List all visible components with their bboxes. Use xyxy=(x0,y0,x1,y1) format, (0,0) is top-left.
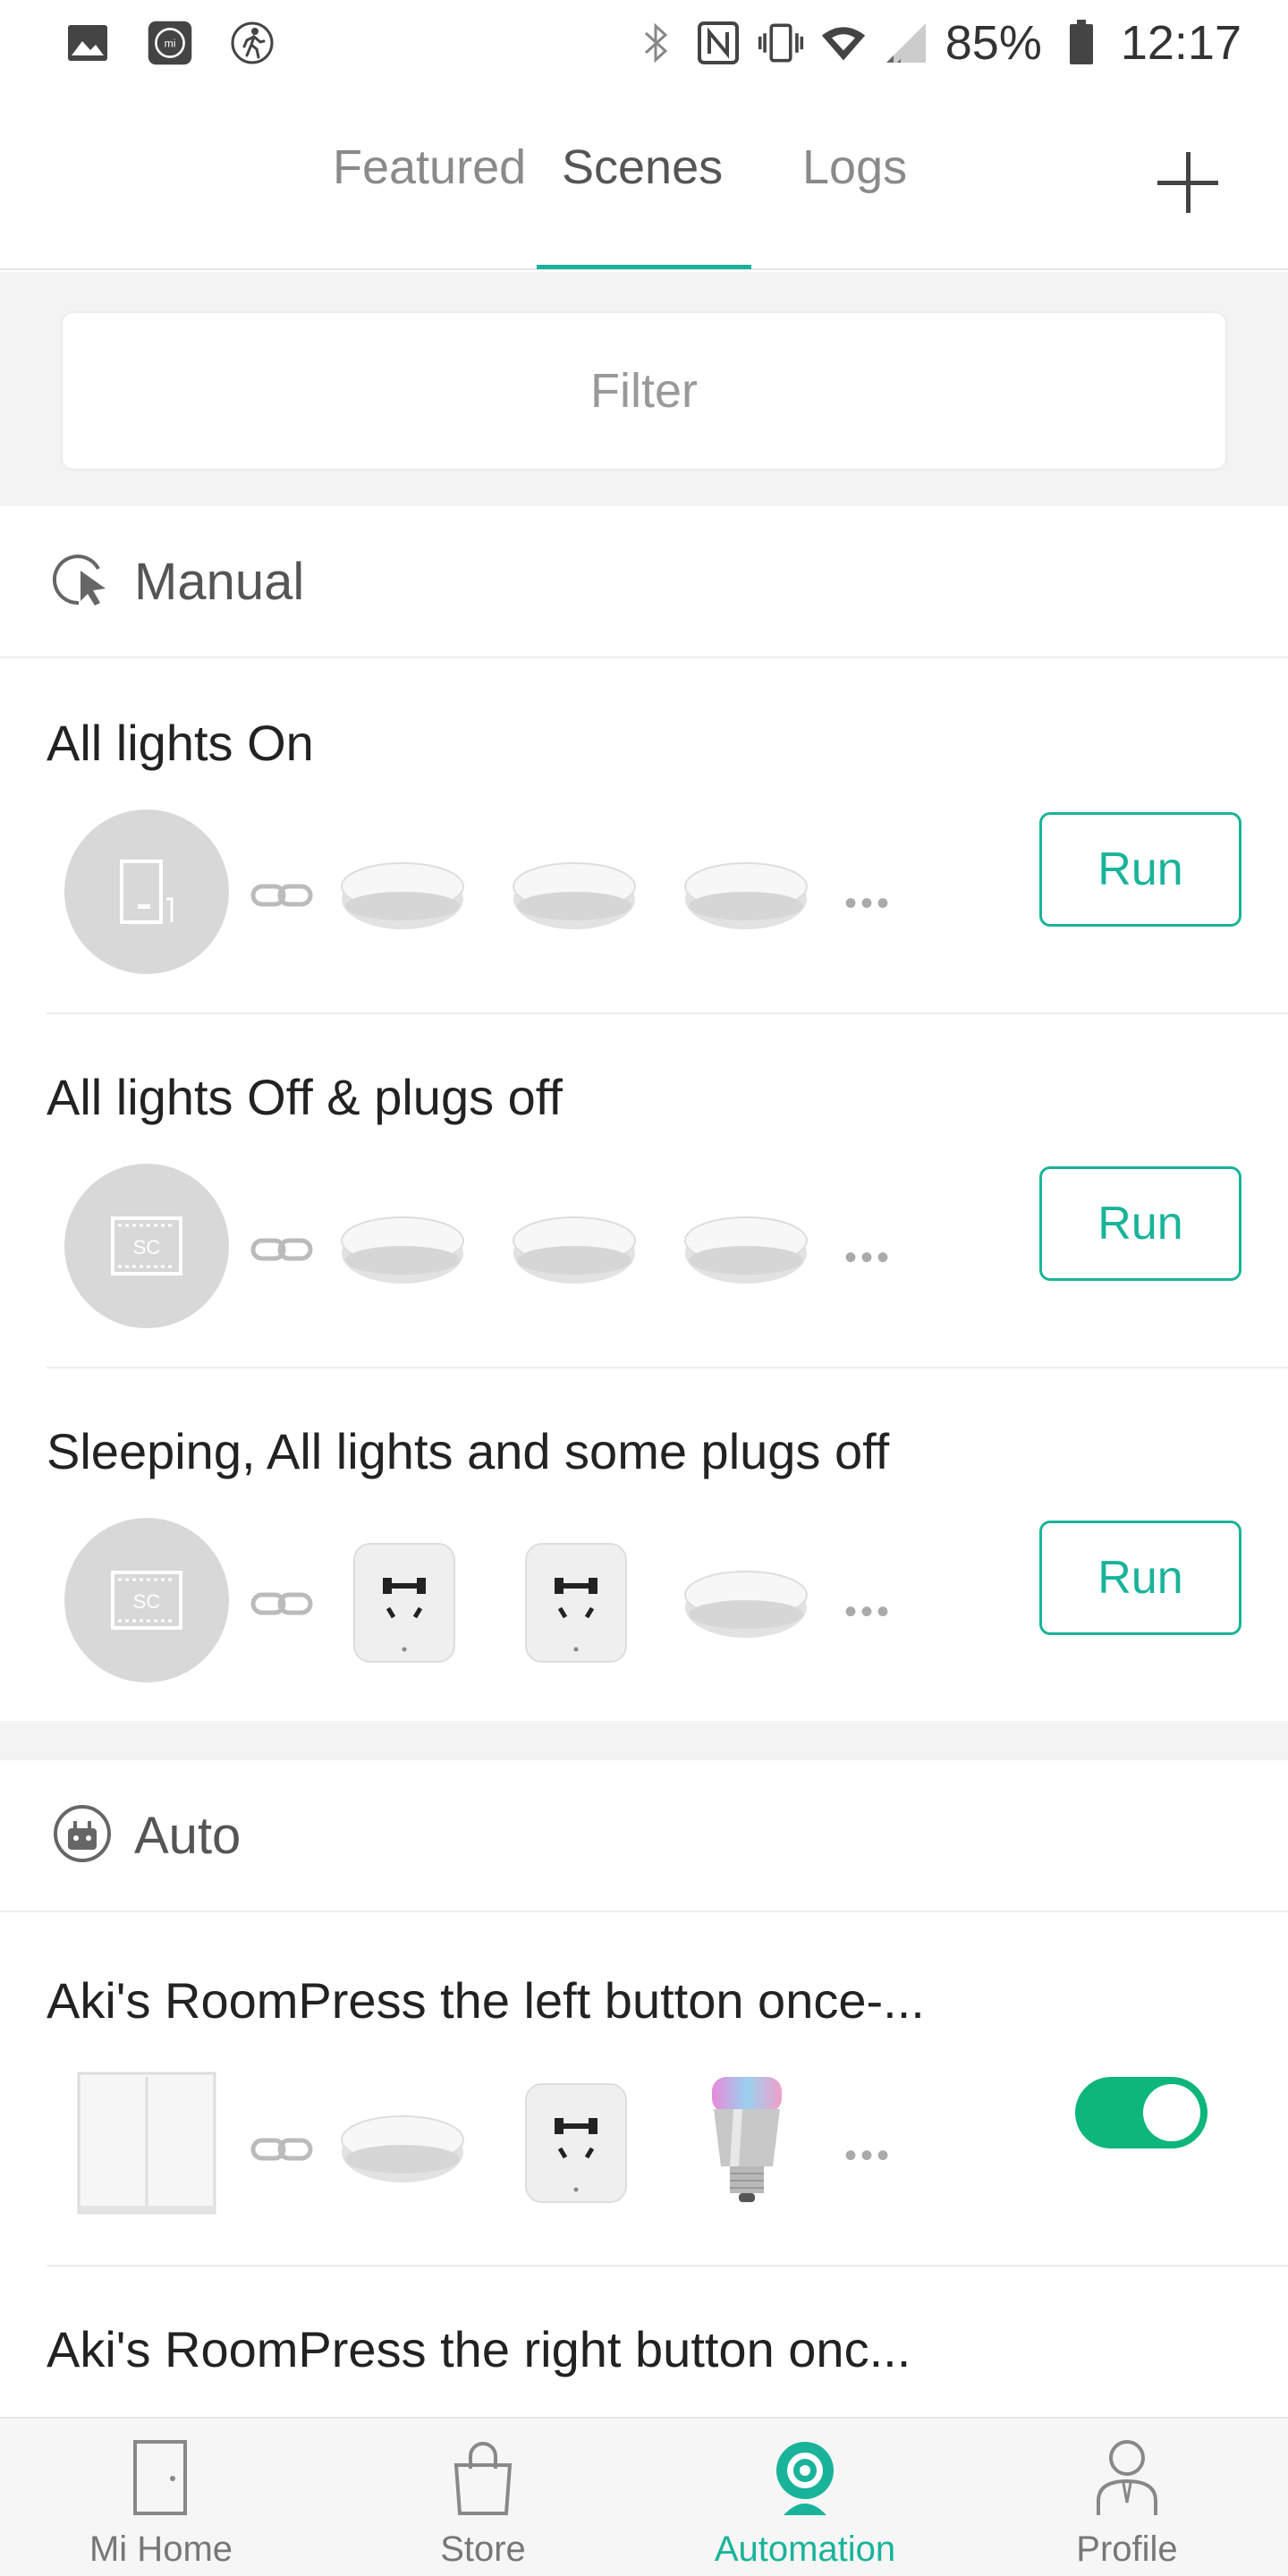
door-icon xyxy=(64,809,229,974)
smart-plug-icon xyxy=(525,1543,627,1663)
section-header-auto: Auto xyxy=(0,1760,1288,1912)
signal-icon xyxy=(883,20,929,66)
gallery-icon xyxy=(64,20,111,66)
color-bulb-icon xyxy=(712,2077,782,2202)
robot-icon xyxy=(52,1803,113,1868)
section-title-auto: Auto xyxy=(134,1806,242,1865)
scene-name: All lights Off & plugs off xyxy=(47,1069,563,1125)
scene-name: All lights On xyxy=(47,715,314,771)
nav-label: Automation xyxy=(714,2529,896,2569)
nav-store[interactable]: Store xyxy=(322,2419,644,2576)
scene-icon: SC xyxy=(64,1164,229,1328)
ceiling-light-icon xyxy=(684,862,808,929)
tab-logs[interactable]: Logs xyxy=(802,140,907,195)
nav-label: Profile xyxy=(1076,2529,1178,2569)
link-icon xyxy=(250,1238,313,1261)
scene-name: Aki's RoomPress the right button onc... xyxy=(47,2321,911,2377)
tab-featured[interactable]: Featured xyxy=(333,140,526,195)
scene-icon: SC xyxy=(64,1518,229,1682)
battery-icon xyxy=(1058,20,1105,66)
nav-profile[interactable]: Profile xyxy=(966,2419,1288,2576)
toggle-knob xyxy=(1143,2084,1200,2141)
ceiling-light-icon xyxy=(513,1216,636,1284)
auto-scene-card[interactable]: Aki's RoomPress the left button once-...… xyxy=(0,1912,1288,2267)
section-gap xyxy=(0,1721,1288,1760)
automation-icon xyxy=(765,2436,845,2519)
run-button[interactable]: Run xyxy=(1039,812,1241,927)
scene-card[interactable]: All lights On ••• Run xyxy=(0,660,1288,1014)
cursor-click-icon xyxy=(52,549,113,614)
ceiling-light-icon xyxy=(341,1216,464,1284)
more-devices-icon: ••• xyxy=(844,2136,894,2175)
smart-plug-icon xyxy=(353,1543,455,1663)
active-tab-indicator xyxy=(537,265,751,269)
more-devices-icon: ••• xyxy=(844,884,894,923)
vibrate-icon xyxy=(758,20,804,66)
ceiling-light-icon xyxy=(513,862,636,929)
link-icon xyxy=(250,2138,313,2161)
nav-label: Mi Home xyxy=(89,2529,233,2569)
nfc-icon xyxy=(695,20,741,66)
scene-card[interactable]: Sleeping, All lights and some plugs off … xyxy=(0,1368,1288,1721)
wifi-icon xyxy=(820,20,867,66)
clock: 12:17 xyxy=(1120,16,1241,70)
profile-icon xyxy=(1087,2436,1167,2519)
ceiling-light-icon xyxy=(684,1571,808,1638)
nav-mi-home[interactable]: Mi Home xyxy=(0,2419,322,2576)
run-button[interactable]: Run xyxy=(1039,1521,1241,1635)
scene-card[interactable]: All lights Off & plugs off SC ••• Run xyxy=(0,1014,1288,1368)
auto-scene-card[interactable]: Aki's RoomPress the right button onc... xyxy=(0,2267,1288,2417)
smart-plug-icon xyxy=(525,2083,627,2203)
battery-percent: 85% xyxy=(945,16,1042,70)
scene-name: Aki's RoomPress the left button once-... xyxy=(47,1972,925,2029)
ceiling-light-icon xyxy=(684,1216,808,1284)
svg-text:SC: SC xyxy=(133,1590,161,1613)
status-bar: mi 85% 12:17 xyxy=(0,0,1288,86)
bottom-nav: Mi Home Store Automation Profile xyxy=(0,2417,1288,2576)
ceiling-light-icon xyxy=(341,862,464,929)
top-tab-bar: Featured Scenes Logs xyxy=(0,86,1288,270)
add-scene-button[interactable] xyxy=(1154,148,1222,216)
section-title-manual: Manual xyxy=(134,552,305,611)
run-button[interactable]: Run xyxy=(1039,1166,1241,1281)
auto-scene-toggle[interactable] xyxy=(1075,2077,1208,2148)
mi-icon: mi xyxy=(147,20,193,66)
scene-name: Sleeping, All lights and some plugs off xyxy=(47,1423,890,1479)
filter-area: Filter xyxy=(0,272,1288,506)
section-header-manual: Manual xyxy=(0,506,1288,658)
ceiling-light-icon xyxy=(341,2115,464,2182)
link-icon xyxy=(250,1592,313,1615)
more-devices-icon: ••• xyxy=(844,1592,894,1631)
filter-input[interactable]: Filter xyxy=(61,311,1227,470)
link-icon xyxy=(250,884,313,907)
bluetooth-icon xyxy=(632,20,679,66)
svg-text:mi: mi xyxy=(165,37,176,49)
tab-scenes[interactable]: Scenes xyxy=(562,140,723,195)
wall-switch-icon xyxy=(77,2072,216,2215)
fitness-icon xyxy=(229,20,275,66)
door-icon xyxy=(121,2436,201,2519)
more-devices-icon: ••• xyxy=(844,1238,894,1277)
shopping-bag-icon xyxy=(443,2436,523,2519)
nav-automation[interactable]: Automation xyxy=(644,2419,966,2576)
svg-text:SC: SC xyxy=(133,1236,161,1258)
nav-label: Store xyxy=(440,2529,526,2569)
